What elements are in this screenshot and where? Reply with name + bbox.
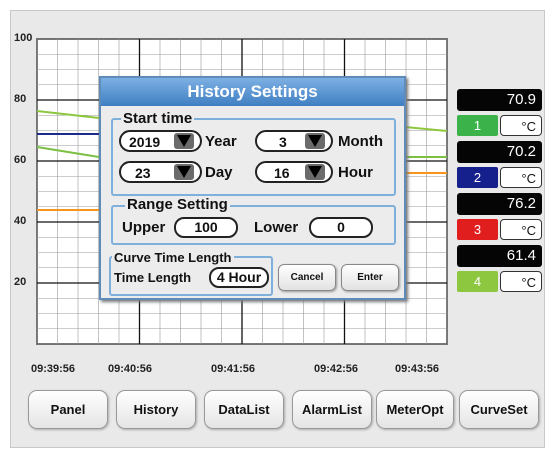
channel-1-value: 70.9 <box>457 89 542 111</box>
time-length-label: Time Length <box>114 270 192 285</box>
enter-button[interactable]: Enter <box>341 264 399 291</box>
alarmlist-button[interactable]: AlarmList <box>292 390 372 429</box>
dropdown-arrow-icon[interactable] <box>305 133 325 149</box>
year-value: 2019 <box>129 134 161 150</box>
datalist-button[interactable]: DataList <box>204 390 284 429</box>
meteropt-button[interactable]: MeterOpt <box>376 390 454 429</box>
dropdown-arrow-icon[interactable] <box>174 164 194 180</box>
channel-1-unit: °C <box>500 115 542 136</box>
lower-label: Lower <box>254 219 299 236</box>
channel-4-unit: °C <box>500 271 542 292</box>
year-label: Year <box>205 133 237 150</box>
x-tick-label: 09:43:56 <box>395 363 440 375</box>
hour-label: Hour <box>338 164 373 181</box>
x-tick-label: 09:40:56 <box>108 363 153 375</box>
y-tick-label: 60 <box>14 154 27 166</box>
upper-input[interactable]: 100 <box>174 217 238 238</box>
hmi-screen: 100 80 60 40 20 09:39:56 09:40:56 09:41:… <box>10 10 545 448</box>
time-length-input[interactable]: 4 Hour <box>209 267 269 288</box>
dropdown-arrow-icon[interactable] <box>174 133 194 149</box>
range-setting-title: Range Setting <box>125 196 230 213</box>
channel-4-value: 61.4 <box>457 245 542 267</box>
y-tick-label: 20 <box>14 276 27 288</box>
dropdown-arrow-icon[interactable] <box>305 164 325 180</box>
day-spinner[interactable]: 23 <box>119 161 202 183</box>
month-label: Month <box>338 133 383 150</box>
upper-label: Upper <box>122 219 166 236</box>
lower-input[interactable]: 0 <box>309 217 373 238</box>
channel-3-badge[interactable]: 3 <box>457 219 498 240</box>
x-tick-label: 09:42:56 <box>314 363 359 375</box>
channel-2-unit: °C <box>500 167 542 188</box>
day-value: 23 <box>135 165 151 181</box>
dialog-title: History Settings <box>101 78 404 106</box>
month-value: 3 <box>279 134 287 150</box>
channel-4-badge[interactable]: 4 <box>457 271 498 292</box>
hour-value: 16 <box>274 165 290 181</box>
channel-2-value: 70.2 <box>457 141 542 163</box>
year-spinner[interactable]: 2019 <box>119 130 202 152</box>
panel-button[interactable]: Panel <box>28 390 108 429</box>
y-tick-label: 80 <box>14 93 27 105</box>
month-spinner[interactable]: 3 <box>255 130 333 152</box>
x-tick-label: 09:41:56 <box>211 363 256 375</box>
channel-1-badge[interactable]: 1 <box>457 115 498 136</box>
history-button[interactable]: History <box>116 390 196 429</box>
history-settings-dialog: History Settings Start time 2019 Year 3 … <box>99 76 406 300</box>
channel-3-value: 76.2 <box>457 193 542 215</box>
curveset-button[interactable]: CurveSet <box>459 390 539 429</box>
start-time-title: Start time <box>121 110 195 127</box>
curve-time-title: Curve Time Length <box>112 250 234 265</box>
channel-3-unit: °C <box>500 219 542 240</box>
cancel-button[interactable]: Cancel <box>278 264 336 291</box>
y-tick-label: 40 <box>14 215 27 227</box>
channel-2-badge[interactable]: 2 <box>457 167 498 188</box>
hour-spinner[interactable]: 16 <box>255 161 333 183</box>
x-tick-label: 09:39:56 <box>31 363 76 375</box>
day-label: Day <box>205 164 233 181</box>
y-tick-label: 100 <box>14 32 33 44</box>
